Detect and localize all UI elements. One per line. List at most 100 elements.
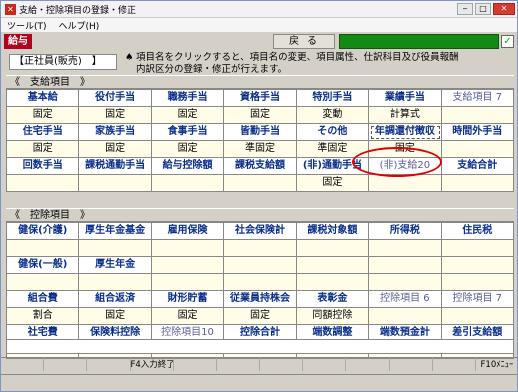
maximize-icon[interactable]: □ xyxy=(475,3,491,15)
deduction-item-1-0[interactable]: 健保(一般) xyxy=(7,257,80,274)
info-line1: 項目名をクリックすると、項目名の変更、項目属性、仕訳科目及び役員報酬 xyxy=(136,52,459,63)
deduction-item-1-4 xyxy=(296,257,370,274)
payment-value-0-3: 固定 xyxy=(224,107,297,124)
payment-item-2-0[interactable]: 回数手当 xyxy=(7,158,80,175)
deduction-item-0-6[interactable]: 住民税 xyxy=(441,223,514,240)
payment-value-2-2 xyxy=(151,175,225,192)
spade-icon: ♠ xyxy=(125,52,134,63)
function-key-12[interactable]: F10ﾒﾆｭｰ xyxy=(476,358,517,371)
menu-bar: ツール(T) ヘルプ(H) xyxy=(1,18,517,32)
deduction-item-0-5[interactable]: 所得税 xyxy=(369,223,442,240)
employee-type-selector[interactable]: 【正社員(販売) 】 xyxy=(9,54,117,70)
deduction-value-2-5 xyxy=(369,308,442,325)
payment-item-2-3[interactable]: 課税支給額 xyxy=(224,158,297,175)
payment-item-1-2[interactable]: 食事手当 xyxy=(151,124,225,141)
function-key-3[interactable] xyxy=(87,358,131,371)
payment-value-2-6 xyxy=(441,175,514,192)
status-bar xyxy=(1,374,517,391)
function-key-2[interactable] xyxy=(44,358,88,371)
deduction-value-2-1: 固定 xyxy=(79,308,152,325)
function-key-6[interactable] xyxy=(217,358,260,371)
payment-item-0-0[interactable]: 基本給 xyxy=(7,90,80,107)
payment-item-0-6[interactable]: 支給項目 7 xyxy=(441,90,514,107)
function-key-9[interactable] xyxy=(346,358,390,371)
function-key-10[interactable] xyxy=(390,358,433,371)
payment-item-1-3[interactable]: 皆勤手当 xyxy=(224,124,297,141)
deduction-item-2-4[interactable]: 表彰金 xyxy=(296,291,370,308)
payment-item-1-0[interactable]: 住宅手当 xyxy=(7,124,80,141)
deduction-value-1-1 xyxy=(79,274,152,291)
deduction-value-2-6 xyxy=(441,308,514,325)
function-key-7[interactable] xyxy=(260,358,304,371)
info-line2: 内訳区分の登録・修正が行えます。 xyxy=(136,64,288,75)
payment-item-2-4[interactable]: (非)通勤手当 xyxy=(296,158,370,175)
payment-value-0-5: 計算式 xyxy=(369,107,442,124)
toolbar: 給与 戻る ✓ xyxy=(1,33,517,50)
status-bar-green xyxy=(339,34,499,49)
payment-value-1-2: 固定 xyxy=(151,141,225,158)
payment-item-1-4[interactable]: その他 xyxy=(296,124,370,141)
deduction-item-0-0[interactable]: 健保(介護) xyxy=(7,223,80,240)
payment-value-2-4: 固定 xyxy=(296,175,370,192)
payment-item-1-1[interactable]: 家族手当 xyxy=(79,124,152,141)
deduction-value-1-2 xyxy=(151,274,225,291)
deduction-value-0-1 xyxy=(79,240,152,257)
payment-value-2-0 xyxy=(7,175,80,192)
function-key-8[interactable] xyxy=(303,358,347,371)
deduction-item-2-1[interactable]: 組合返済 xyxy=(79,291,152,308)
deduction-item-2-3[interactable]: 従業員持株会 xyxy=(224,291,297,308)
payment-item-2-2[interactable]: 給与控除額 xyxy=(151,158,225,175)
function-key-11[interactable] xyxy=(433,358,476,371)
payment-item-0-2[interactable]: 職務手当 xyxy=(151,90,225,107)
check-icon[interactable]: ✓ xyxy=(501,35,514,48)
minimize-icon[interactable]: ‒ xyxy=(457,3,473,15)
deduction-item-2-6[interactable]: 控除項目 7 xyxy=(441,291,514,308)
deduction-item-2-2[interactable]: 財形貯蓄 xyxy=(151,291,225,308)
deduction-item-1-1[interactable]: 厚生年金 xyxy=(79,257,152,274)
payment-value-1-5: 固定 xyxy=(369,141,442,158)
payment-value-1-0: 固定 xyxy=(7,141,80,158)
function-key-4[interactable]: F4入力終了 xyxy=(131,358,174,371)
payment-item-0-1[interactable]: 役付手当 xyxy=(79,90,152,107)
function-key-5[interactable] xyxy=(174,358,217,371)
deduction-item-0-1[interactable]: 厚生年金基金 xyxy=(79,223,152,240)
payment-item-2-5[interactable]: (非)支給20 xyxy=(369,158,442,175)
menu-tools[interactable]: ツール(T) xyxy=(1,19,53,32)
payment-section-title: 《 支給項目 》 xyxy=(6,75,514,89)
deduction-item-0-2[interactable]: 雇用保険 xyxy=(151,223,225,240)
deduction-item-0-4[interactable]: 課税対象額 xyxy=(296,223,370,240)
payment-item-2-6[interactable]: 支給合計 xyxy=(441,158,514,175)
deduction-value-0-0 xyxy=(7,240,80,257)
tab-kyuyo[interactable]: 給与 xyxy=(4,34,32,49)
deduction-value-2-4: 同額控除 xyxy=(296,308,370,325)
payment-value-0-6 xyxy=(441,107,514,124)
payment-value-1-6 xyxy=(441,141,514,158)
payment-item-0-3[interactable]: 資格手当 xyxy=(224,90,297,107)
deduction-item-2-5[interactable]: 控除項目 6 xyxy=(369,291,442,308)
close-icon[interactable]: ✕ xyxy=(493,3,515,15)
deduction-item-1-6 xyxy=(441,257,514,274)
payment-item-2-1[interactable]: 課税通勤手当 xyxy=(79,158,152,175)
message-bar xyxy=(6,339,514,354)
back-button[interactable]: 戻る xyxy=(273,34,335,49)
deduction-value-0-3 xyxy=(224,240,297,257)
payment-value-2-5 xyxy=(369,175,442,192)
payment-item-1-5[interactable]: 年調還付徴収 xyxy=(369,124,442,141)
payment-value-1-1: 固定 xyxy=(79,141,152,158)
deduction-section: 《 控除項目 》 健保(介護) 厚生年金基金 雇用保険 社会保険計 課税対象額 所得税 住民… xyxy=(6,208,514,359)
payment-value-0-2: 固定 xyxy=(151,107,225,124)
payment-item-1-6[interactable]: 時間外手当 xyxy=(441,124,514,141)
deduction-value-0-5 xyxy=(369,240,442,257)
deduction-section-title: 《 控除項目 》 xyxy=(6,208,514,222)
payment-item-0-5[interactable]: 業績手当 xyxy=(369,90,442,107)
menu-help[interactable]: ヘルプ(H) xyxy=(53,19,106,32)
payment-item-0-4[interactable]: 特別手当 xyxy=(296,90,370,107)
deduction-value-1-3 xyxy=(224,274,297,291)
payment-value-1-4: 準固定 xyxy=(296,141,370,158)
payment-grid: 基本給 役付手当 職務手当 資格手当 特別手当 業績手当 支給項目 7 固定 固定 固定 固定 変動計… xyxy=(6,89,514,192)
function-key-1[interactable] xyxy=(1,358,45,371)
deduction-item-2-0[interactable]: 組合費 xyxy=(7,291,80,308)
deduction-value-1-4 xyxy=(296,274,370,291)
payment-value-2-1 xyxy=(79,175,152,192)
deduction-item-0-3[interactable]: 社会保険計 xyxy=(224,223,297,240)
